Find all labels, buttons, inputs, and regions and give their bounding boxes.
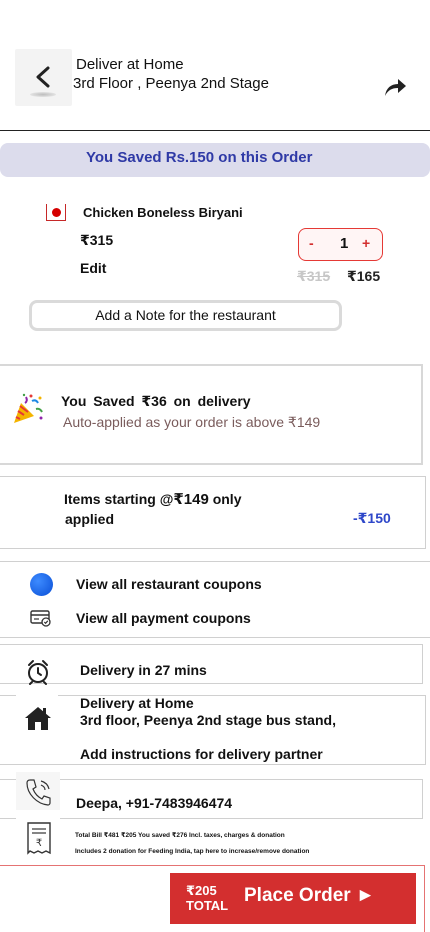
offer-discount: -₹150 xyxy=(353,510,391,526)
address-detail: 3rd floor, Peenya 2nd stage bus stand, xyxy=(80,712,336,728)
item-name: Chicken Boneless Biryani xyxy=(83,205,243,220)
home-icon xyxy=(25,707,51,730)
order-total-amount: ₹205 xyxy=(186,883,217,898)
add-instructions-link[interactable]: Add instructions for delivery partner xyxy=(80,746,323,762)
place-order-label: Place Order ► xyxy=(244,885,375,906)
item-price: ₹315 xyxy=(80,232,114,248)
discounted-price: ₹165 xyxy=(347,268,381,284)
offer-title-suffix: only xyxy=(208,491,242,507)
party-popper-icon xyxy=(14,393,43,423)
phone-icon xyxy=(26,779,51,806)
contact-details: Deepa, +91-7483946474 xyxy=(76,795,233,811)
delivery-time-card xyxy=(0,644,423,684)
header-address[interactable]: 3rd Floor , Peenya 2nd Stage xyxy=(73,75,269,92)
delivery-time: Delivery in 27 mins xyxy=(80,662,207,678)
delivery-savings-title: You Saved ₹36 on delivery xyxy=(61,393,251,409)
chevron-left-icon xyxy=(36,66,50,88)
bill-summary[interactable]: Total Bill ₹481 ₹205 You saved ₹276 Incl… xyxy=(75,831,285,839)
delivery-savings-subtitle: Auto-applied as your order is above ₹149 xyxy=(63,414,321,430)
restaurant-coupon-icon xyxy=(30,573,53,596)
back-button-shadow xyxy=(30,92,56,97)
coupons-card xyxy=(0,561,430,638)
address-title: Delivery at Home xyxy=(80,695,194,711)
edit-item-link[interactable]: Edit xyxy=(80,260,106,276)
back-button[interactable] xyxy=(15,49,72,106)
savings-banner-text: You Saved Rs.150 on this Order xyxy=(86,149,313,166)
share-icon[interactable] xyxy=(383,76,407,98)
order-total-label: TOTAL xyxy=(186,898,229,913)
add-note-button[interactable]: Add a Note for the restaurant xyxy=(29,300,342,331)
savings-banner: You Saved Rs.150 on this Order xyxy=(0,143,430,177)
offer-status: applied xyxy=(65,511,115,527)
donation-note[interactable]: Includes 2 donation for Feeding India, t… xyxy=(75,848,309,855)
increase-quantity-button[interactable]: + xyxy=(362,235,370,251)
alarm-clock-icon xyxy=(28,660,48,685)
offer-title: Items starting @₹149 only xyxy=(64,490,241,508)
non-veg-icon xyxy=(46,204,66,221)
place-order-button[interactable]: ₹205 TOTAL Place Order ► xyxy=(170,873,416,924)
offer-title-prefix: Items starting @ xyxy=(64,491,174,507)
view-payment-coupons-link[interactable]: View all payment coupons xyxy=(76,610,251,626)
quantity-value: 1 xyxy=(340,235,349,252)
quantity-stepper: - 1 + xyxy=(298,228,383,261)
header-divider xyxy=(0,130,430,131)
payment-card-icon xyxy=(30,610,51,627)
deliver-label: Deliver at Home xyxy=(76,56,184,73)
view-restaurant-coupons-link[interactable]: View all restaurant coupons xyxy=(76,576,262,592)
svg-text:₹: ₹ xyxy=(36,838,42,849)
receipt-icon: ₹ xyxy=(27,822,51,855)
original-price: ₹315 xyxy=(297,268,331,284)
order-total: ₹205 TOTAL xyxy=(186,883,228,913)
decrease-quantity-button[interactable]: - xyxy=(309,235,314,251)
offer-amount: ₹149 xyxy=(173,491,209,508)
